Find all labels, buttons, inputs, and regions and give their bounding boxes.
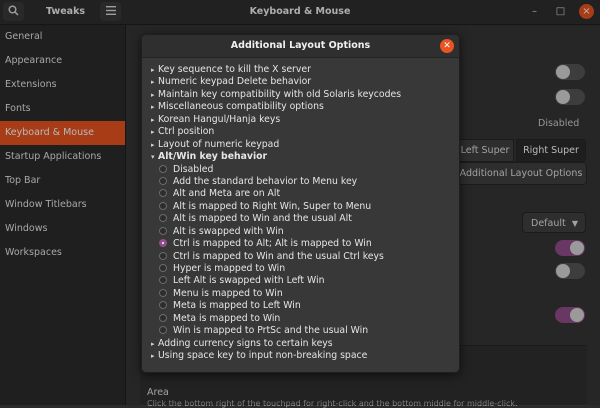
- radio-option[interactable]: Disabled: [142, 164, 459, 176]
- additional-layout-options-dialog: Additional Layout Options ✕ ▸ Key sequenc…: [141, 34, 460, 373]
- tree-group-label: Alt/Win key behavior: [158, 151, 268, 163]
- radio-option[interactable]: Meta is mapped to Left Win: [142, 300, 459, 312]
- radio-label: Disabled: [173, 163, 214, 175]
- tree-group-label: Ctrl position: [158, 126, 215, 138]
- tree-group-numpad-delete[interactable]: ▸ Numeric keypad Delete behavior: [142, 76, 459, 88]
- tree-group-korean-keys[interactable]: ▸ Korean Hangul/Hanja keys: [142, 114, 459, 126]
- expander-right-icon: ▸: [151, 66, 155, 74]
- radio-label: Ctrl is mapped to Alt; Alt is mapped to …: [173, 238, 372, 250]
- expander-right-icon: ▸: [151, 140, 155, 149]
- radio-button[interactable]: [159, 264, 167, 272]
- tree-group-label: Key sequence to kill the X server: [158, 64, 311, 75]
- radio-label: Add the standard behavior to Menu key: [173, 175, 358, 187]
- dialog-close-button[interactable]: ✕: [440, 39, 454, 53]
- radio-button[interactable]: [159, 251, 167, 260]
- tree-group-solaris-keycodes[interactable]: ▸ Maintain key compatibility with old Sol…: [142, 89, 459, 101]
- radio-button[interactable]: [159, 164, 167, 173]
- radio-option[interactable]: Alt and Meta are on Alt: [142, 188, 459, 200]
- expander-right-icon: ▸: [151, 78, 155, 87]
- radio-option[interactable]: Alt is mapped to Win and the usual Alt: [142, 213, 459, 225]
- radio-label: Meta is mapped to Win: [173, 312, 281, 324]
- tree-group-label: Korean Hangul/Hanja keys: [158, 113, 281, 125]
- expander-right-icon: ▸: [151, 103, 155, 112]
- dialog-header: Additional Layout Options ✕: [142, 35, 459, 58]
- expander-right-icon: ▸: [151, 115, 155, 124]
- tree-group-non-breaking-space[interactable]: ▸ Using space key to input non-breaking s…: [142, 350, 459, 362]
- radio-label: Meta is mapped to Left Win: [173, 300, 301, 312]
- radio-label: Left Alt is swapped with Left Win: [173, 275, 325, 287]
- tree-group-label: Using space key to input non-breaking sp…: [158, 350, 368, 362]
- radio-button[interactable]: [159, 226, 167, 235]
- radio-label: Alt is mapped to Right Win, Super to Men…: [173, 200, 372, 212]
- radio-option[interactable]: Add the standard behavior to Menu key: [142, 176, 459, 188]
- expander-right-icon: ▸: [151, 352, 155, 361]
- radio-button[interactable]: [159, 326, 167, 335]
- radio-label: Alt is swapped with Win: [173, 225, 284, 237]
- radio-option[interactable]: Alt is mapped to Right Win, Super to Men…: [142, 201, 459, 213]
- expander-right-icon: ▸: [151, 128, 155, 137]
- radio-option[interactable]: Ctrl is mapped to Win and the usual Ctrl…: [142, 251, 459, 263]
- radio-button[interactable]: [159, 301, 167, 310]
- tree-group-ctrl-position[interactable]: ▸ Ctrl position: [142, 126, 459, 138]
- radio-button[interactable]: [159, 201, 167, 210]
- radio-label: Hyper is mapped to Win: [173, 263, 286, 274]
- tree-group-currency-signs[interactable]: ▸ Adding currency signs to certain keys: [142, 338, 459, 350]
- tree-group-kill-x-server[interactable]: ▸ Key sequence to kill the X server: [142, 64, 459, 76]
- radio-button[interactable]: [159, 313, 167, 322]
- radio-label: Win is mapped to PrtSc and the usual Win: [173, 325, 369, 337]
- radio-option-selected[interactable]: Ctrl is mapped to Alt; Alt is mapped to …: [142, 238, 459, 250]
- radio-label: Alt and Meta are on Alt: [173, 188, 281, 200]
- radio-button[interactable]: [159, 288, 167, 297]
- tree-group-misc-compatibility[interactable]: ▸ Miscellaneous compatibility options: [142, 101, 459, 113]
- options-tree: ▸ Key sequence to kill the X server ▸ Nume…: [142, 64, 459, 363]
- radio-label: Menu is mapped to Win: [173, 287, 283, 299]
- expander-down-icon: ▾: [151, 153, 155, 162]
- radio-button[interactable]: [159, 214, 167, 223]
- radio-button[interactable]: [159, 176, 167, 185]
- radio-option[interactable]: Menu is mapped to Win: [142, 288, 459, 300]
- tree-group-numpad-layout[interactable]: ▸ Layout of numeric keypad: [142, 139, 459, 151]
- tree-group-label: Adding currency signs to certain keys: [158, 337, 333, 349]
- expander-right-icon: ▸: [151, 90, 155, 99]
- close-icon: ✕: [443, 41, 451, 51]
- radio-option[interactable]: Win is mapped to PrtSc and the usual Win: [142, 325, 459, 337]
- dialog-title: Additional Layout Options: [230, 40, 371, 51]
- radio-option[interactable]: Left Alt is swapped with Left Win: [142, 275, 459, 287]
- radio-button[interactable]: [159, 276, 167, 285]
- radio-button[interactable]: [159, 189, 167, 198]
- expander-right-icon: ▸: [151, 339, 155, 348]
- tree-group-label: Maintain key compatibility with old Sola…: [158, 88, 402, 100]
- tree-group-alt-win-behavior[interactable]: ▾ Alt/Win key behavior: [142, 151, 459, 163]
- radio-label: Alt is mapped to Win and the usual Alt: [173, 213, 352, 225]
- tree-group-label: Layout of numeric keypad: [158, 138, 280, 150]
- radio-option[interactable]: Alt is swapped with Win: [142, 226, 459, 238]
- radio-label: Ctrl is mapped to Win and the usual Ctrl…: [173, 250, 384, 262]
- radio-option[interactable]: Hyper is mapped to Win: [142, 263, 459, 275]
- radio-option[interactable]: Meta is mapped to Win: [142, 313, 459, 325]
- tree-group-label: Numeric keypad Delete behavior: [158, 76, 312, 88]
- radio-button-checked[interactable]: [159, 239, 167, 248]
- tree-group-label: Miscellaneous compatibility options: [158, 101, 324, 113]
